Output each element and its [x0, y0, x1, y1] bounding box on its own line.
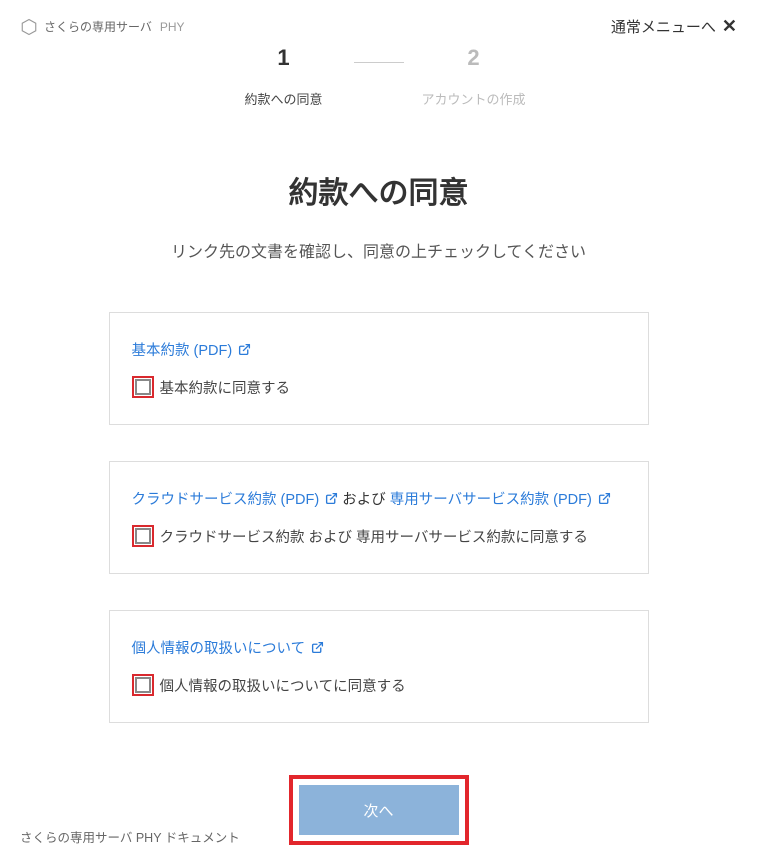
next-button[interactable]: 次へ	[299, 785, 459, 835]
step-divider	[354, 62, 404, 63]
next-button-highlight: 次へ	[289, 775, 469, 845]
dedicated-terms-link[interactable]: 専用サーバサービス約款 (PDF)	[390, 492, 611, 508]
terms-card-privacy: 個人情報の取扱いについて 個人情報の取扱いについてに同意する	[109, 610, 649, 723]
cloud-terms-link[interactable]: クラウドサービス約款 (PDF)	[132, 492, 343, 508]
basic-terms-checkbox[interactable]	[135, 379, 151, 395]
external-link-icon	[598, 492, 611, 505]
external-link-icon	[311, 641, 324, 654]
page-subtitle: リンク先の文書を確認し、同意の上チェックしてください	[0, 238, 757, 262]
basic-terms-link-text: 基本約款 (PDF)	[132, 343, 233, 359]
step-1-label: 約款への同意	[244, 89, 322, 108]
terms-card-basic: 基本約款 (PDF) 基本約款に同意する	[109, 312, 649, 425]
cloud-terms-checkbox-highlight	[132, 525, 154, 547]
step-1: 1 約款への同意	[214, 45, 354, 108]
step-2-number: 2	[467, 45, 479, 71]
normal-menu-link[interactable]: 通常メニューへ ✕	[611, 16, 737, 37]
basic-terms-checkbox-highlight	[132, 376, 154, 398]
step-2-label: アカウントの作成	[421, 89, 525, 108]
step-2: 2 アカウントの作成	[404, 45, 544, 108]
footer-doc-text: さくらの専用サーバ PHY ドキュメント	[20, 831, 240, 845]
page-title: 約款への同意	[0, 168, 757, 212]
basic-terms-check-label: 基本約款に同意する	[160, 377, 291, 398]
external-link-icon	[325, 492, 338, 505]
cloud-terms-checkbox[interactable]	[135, 528, 151, 544]
brand-sub: PHY	[160, 20, 185, 34]
external-link-icon	[238, 343, 251, 356]
privacy-checkbox[interactable]	[135, 677, 151, 693]
hexagon-icon	[20, 18, 38, 36]
privacy-check-label: 個人情報の取扱いについてに同意する	[160, 675, 406, 696]
normal-menu-label: 通常メニューへ	[611, 16, 716, 37]
brand-name: さくらの専用サーバ	[44, 18, 152, 35]
next-button-label: 次へ	[363, 800, 393, 821]
cloud-terms-check-label: クラウドサービス約款 および 専用サーバサービス約款に同意する	[160, 526, 588, 547]
cloud-terms-link-text: クラウドサービス約款 (PDF)	[132, 492, 320, 508]
dedicated-terms-link-text: 専用サーバサービス約款 (PDF)	[390, 492, 592, 508]
basic-terms-link[interactable]: 基本約款 (PDF)	[132, 343, 252, 359]
step-1-number: 1	[277, 45, 289, 71]
terms-card-cloud: クラウドサービス約款 (PDF) および 専用サーバサービス約款 (PDF)	[109, 461, 649, 574]
privacy-link[interactable]: 個人情報の取扱いについて	[132, 641, 325, 657]
joiner-text: および	[342, 492, 390, 508]
stepper: 1 約款への同意 2 アカウントの作成	[0, 45, 757, 108]
privacy-link-text: 個人情報の取扱いについて	[132, 641, 306, 657]
footer-doc-link[interactable]: さくらの専用サーバ PHY ドキュメント	[20, 831, 240, 845]
brand-logo[interactable]: さくらの専用サーバ PHY	[20, 18, 185, 36]
close-icon: ✕	[722, 16, 737, 37]
privacy-checkbox-highlight	[132, 674, 154, 696]
